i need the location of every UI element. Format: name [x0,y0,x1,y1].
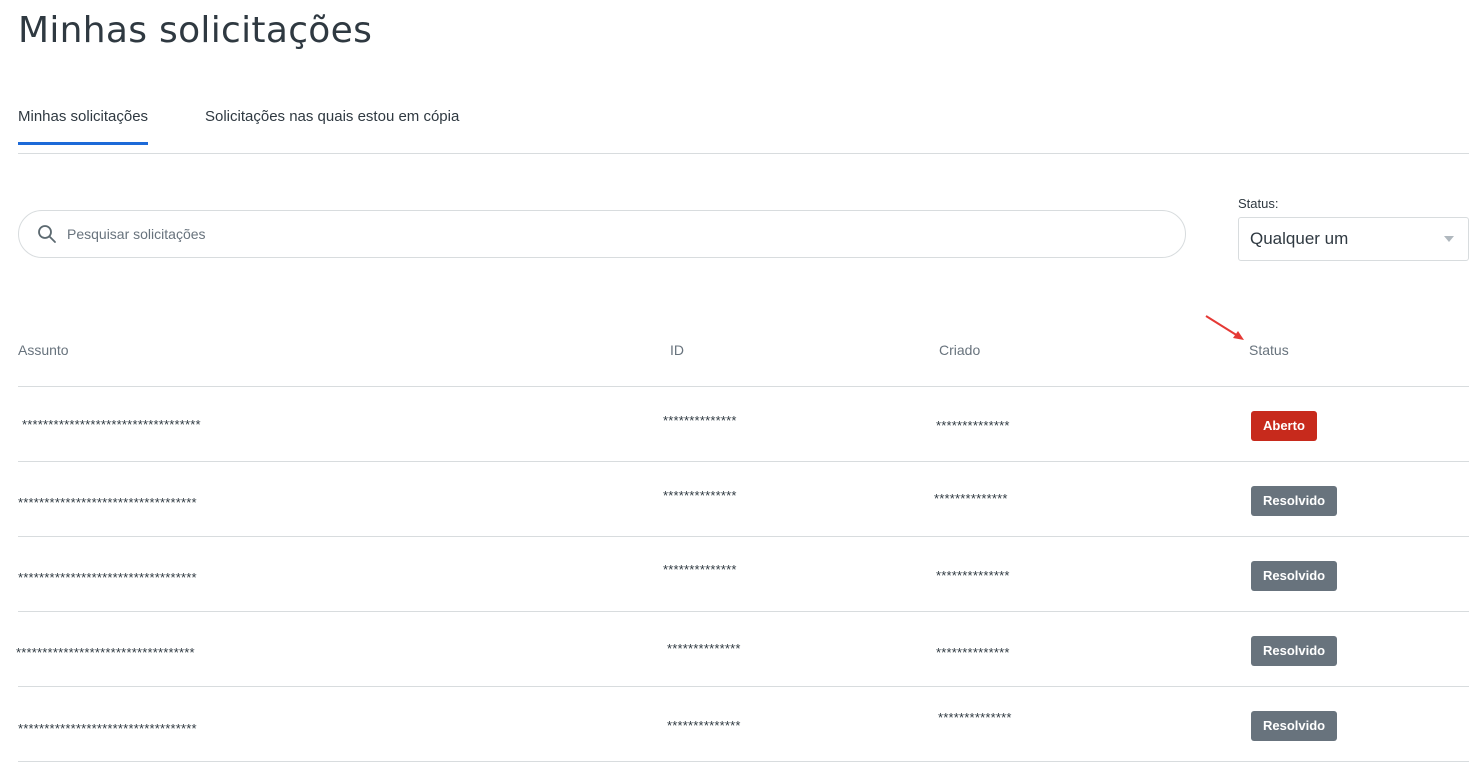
table-row[interactable]: ********************************** *****… [16,612,1469,687]
chevron-down-icon [1444,236,1454,242]
status-badge: Resolvido [1251,561,1338,591]
page-title: Minhas solicitações [18,10,373,51]
table-row[interactable]: ********************************** *****… [18,462,1469,537]
request-created: ************** [936,645,1010,660]
table-header: Assunto ID Criado Status [18,312,1469,387]
status-badge: Resolvido [1251,711,1338,741]
request-subject[interactable]: ********************************** [16,645,195,660]
status-badge: Resolvido [1251,636,1338,666]
search-icon [38,225,56,243]
request-subject[interactable]: ********************************** [18,721,197,736]
request-created: ************** [936,568,1010,583]
status-filter-value: Qualquer um [1250,229,1349,248]
requests-table: Assunto ID Criado Status ***************… [16,312,1469,762]
tab-cc-requests[interactable]: Solicitações nas quais estou em cópia [205,108,459,142]
tab-my-requests[interactable]: Minhas solicitações [18,108,149,145]
table-row[interactable]: ********************************** *****… [18,537,1469,612]
column-header-status[interactable]: Status [1249,342,1289,358]
column-header-subject[interactable]: Assunto [18,342,69,358]
status-filter-label: Status: [1238,196,1279,211]
column-header-created[interactable]: Criado [939,342,980,358]
request-subject[interactable]: ********************************** [18,495,197,510]
request-id: ************** [667,718,741,733]
request-subject[interactable]: ********************************** [18,570,197,585]
request-subject[interactable]: ********************************** [22,417,201,432]
request-created: ************** [936,418,1010,433]
status-badge: Resolvido [1251,486,1338,516]
search-input[interactable] [65,225,1119,243]
column-header-id[interactable]: ID [670,342,684,358]
table-row[interactable]: ********************************** *****… [18,387,1469,462]
status-badge: Aberto [1251,411,1317,441]
request-id: ************** [663,562,737,577]
request-id: ************** [663,488,737,503]
table-row[interactable]: ********************************** *****… [18,687,1469,762]
request-id: ************** [663,413,737,428]
request-created: ************** [938,710,1012,725]
request-created: ************** [934,491,1008,506]
status-filter-select[interactable]: Qualquer um [1238,217,1469,261]
tabs-bar: Minhas solicitações Solicitações nas qua… [18,96,1469,154]
request-id: ************** [667,641,741,656]
search-box[interactable] [18,210,1186,258]
